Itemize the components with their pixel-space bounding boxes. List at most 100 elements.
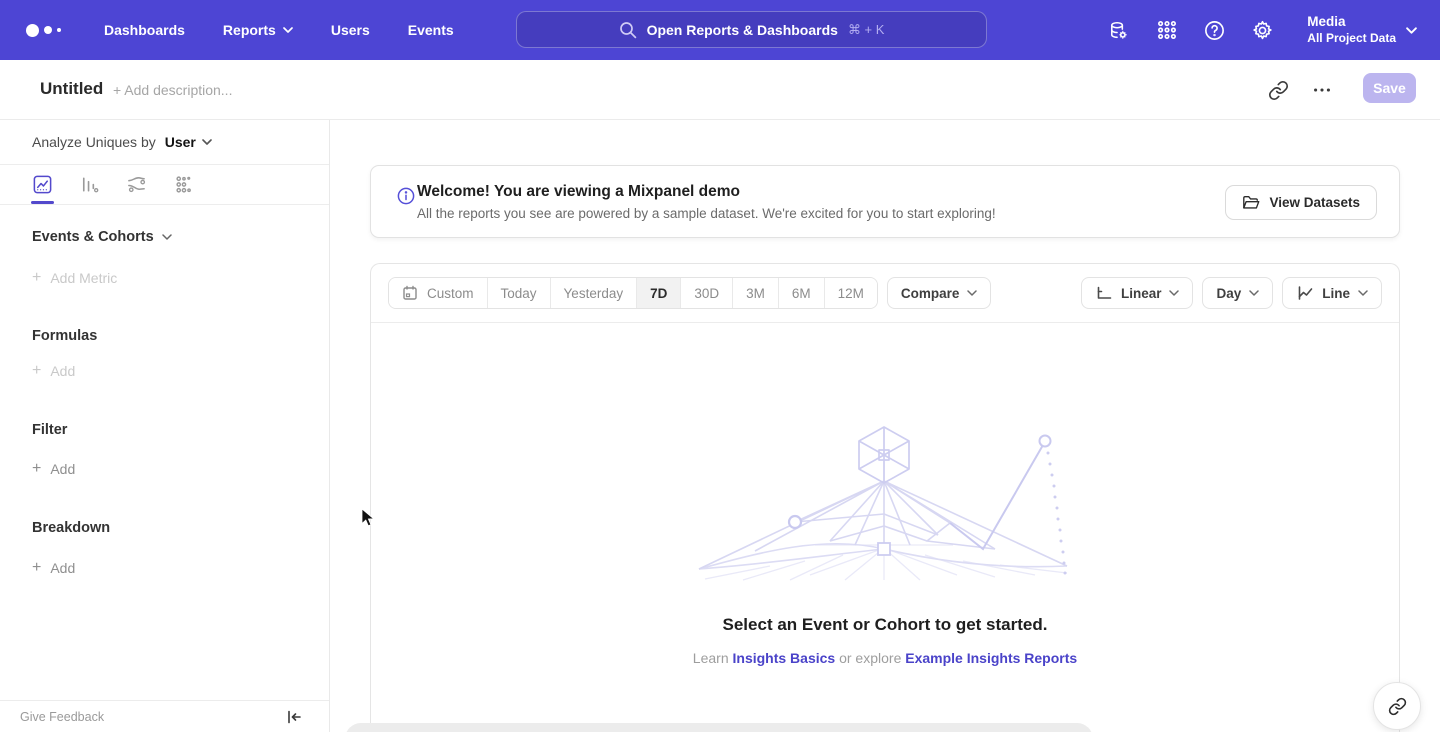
example-reports-link[interactable]: Example Insights Reports: [905, 650, 1077, 666]
date-range-label: Yesterday: [564, 286, 624, 301]
date-range-label: 3M: [746, 286, 765, 301]
chevron-down-icon: [1169, 290, 1179, 296]
interval-label: Day: [1216, 286, 1241, 301]
add-filter-button[interactable]: Add: [32, 460, 297, 478]
nav-items: Dashboards Reports Users Events: [104, 22, 454, 38]
line-chart-icon: [1296, 285, 1314, 301]
tab-scatter-icon[interactable]: [173, 174, 194, 195]
section-title: Formulas: [32, 328, 97, 344]
date-range-yesterday[interactable]: Yesterday: [551, 278, 638, 308]
explore-middle: or explore: [839, 650, 901, 666]
search-shortcut: ⌘ + K: [848, 22, 885, 38]
active-tab-indicator: [31, 201, 54, 205]
chart-options: Linear Day Line: [1081, 277, 1382, 309]
add-description-field[interactable]: + Add description...: [113, 82, 232, 98]
search-placeholder: Open Reports & Dashboards: [647, 22, 838, 38]
floating-link-button[interactable]: [1373, 682, 1421, 730]
save-button[interactable]: Save: [1363, 73, 1416, 103]
analyze-uniques-row: Analyze Uniques by User: [0, 120, 329, 165]
tab-bar-chart-icon[interactable]: [79, 174, 100, 195]
nav-item-reports[interactable]: Reports: [223, 22, 293, 38]
chevron-down-icon: [283, 27, 293, 33]
report-title[interactable]: Untitled: [40, 79, 103, 99]
add-formula-button[interactable]: Add: [32, 362, 297, 380]
nav-item-label: Users: [331, 22, 370, 38]
date-range-today[interactable]: Today: [488, 278, 551, 308]
project-info: Media All Project Data: [1307, 14, 1396, 46]
welcome-banner: Welcome! You are viewing a Mixpanel demo…: [370, 165, 1400, 238]
view-datasets-label: View Datasets: [1269, 195, 1360, 210]
global-search[interactable]: Open Reports & Dashboards ⌘ + K: [516, 11, 987, 48]
nav-right: Media All Project Data: [1107, 0, 1440, 60]
section-filter: Filter: [32, 422, 297, 438]
info-icon: [397, 187, 415, 205]
analyze-value: User: [165, 134, 196, 150]
folder-icon: [1242, 195, 1260, 211]
give-feedback-link[interactable]: Give Feedback: [20, 710, 104, 724]
settings-gear-icon[interactable]: [1251, 19, 1274, 42]
banner-title: Welcome! You are viewing a Mixpanel demo: [417, 183, 740, 201]
nav-item-label: Reports: [223, 22, 276, 38]
date-range-custom[interactable]: Custom: [389, 278, 488, 308]
date-range-6m[interactable]: 6M: [779, 278, 825, 308]
date-range-30d[interactable]: 30D: [681, 278, 733, 308]
main-content: Welcome! You are viewing a Mixpanel demo…: [330, 120, 1440, 732]
add-metric-button[interactable]: Add Metric: [32, 269, 297, 287]
date-range-3m[interactable]: 3M: [733, 278, 779, 308]
nav-item-label: Events: [408, 22, 454, 38]
top-nav: Dashboards Reports Users Events Open Rep…: [0, 0, 1440, 60]
logo-dot-icon: [44, 26, 52, 34]
project-selector[interactable]: Media All Project Data: [1307, 14, 1416, 46]
add-metric-label: Add Metric: [50, 270, 117, 286]
visualization-tabs: [0, 165, 329, 205]
add-formula-label: Add: [50, 363, 75, 379]
chevron-down-icon: [967, 290, 977, 296]
logo-dot-icon: [26, 24, 39, 37]
date-range-7d[interactable]: 7D: [637, 278, 681, 308]
insights-basics-link[interactable]: Insights Basics: [733, 650, 836, 666]
section-events-cohorts[interactable]: Events & Cohorts: [32, 229, 297, 245]
learn-prefix: Learn: [693, 650, 729, 666]
date-range-label: 12M: [838, 286, 864, 301]
bottom-panel-edge: [345, 723, 1093, 732]
date-range-12m[interactable]: 12M: [825, 278, 877, 308]
add-filter-label: Add: [50, 461, 75, 477]
nav-item-dashboards[interactable]: Dashboards: [104, 22, 185, 38]
chevron-down-icon: [1406, 27, 1416, 33]
help-icon[interactable]: [1203, 19, 1226, 42]
apps-grid-icon[interactable]: [1155, 19, 1178, 42]
scale-dropdown[interactable]: Linear: [1081, 277, 1194, 309]
section-title: Breakdown: [32, 520, 110, 536]
empty-state-heading: Select an Event or Cohort to get started…: [371, 615, 1399, 635]
nav-item-label: Dashboards: [104, 22, 185, 38]
tab-line-chart-icon[interactable]: [32, 174, 53, 195]
more-options-icon[interactable]: [1310, 76, 1334, 104]
banner-subtitle: All the reports you see are powered by a…: [417, 206, 996, 221]
copy-link-icon[interactable]: [1268, 76, 1290, 104]
compare-dropdown[interactable]: Compare: [887, 277, 992, 309]
collapse-sidebar-icon[interactable]: [286, 709, 302, 725]
analyze-by-dropdown[interactable]: User: [165, 134, 212, 150]
calendar-icon: [402, 285, 418, 301]
insights-card: Custom Today Yesterday 7D 30D 3M 6M 12M …: [370, 263, 1400, 732]
view-datasets-button[interactable]: View Datasets: [1225, 185, 1377, 220]
chart-type-dropdown[interactable]: Line: [1282, 277, 1382, 309]
nav-item-users[interactable]: Users: [331, 22, 370, 38]
project-name: Media: [1307, 14, 1396, 31]
report-header: Untitled + Add description... Save: [0, 60, 1440, 120]
tab-flows-icon[interactable]: [126, 174, 147, 195]
mixpanel-logo[interactable]: [26, 24, 70, 37]
empty-state-illustration: [695, 423, 1075, 586]
chevron-down-icon: [202, 139, 212, 145]
chevron-down-icon: [1358, 290, 1368, 296]
nav-item-events[interactable]: Events: [408, 22, 454, 38]
plus-icon: [32, 362, 41, 380]
plus-icon: [32, 559, 41, 577]
data-management-icon[interactable]: [1107, 19, 1130, 42]
chevron-down-icon: [1249, 290, 1259, 296]
section-title: Filter: [32, 422, 67, 438]
query-sidebar: Analyze Uniques by User: [0, 120, 330, 732]
section-breakdown: Breakdown: [32, 520, 297, 536]
add-breakdown-button[interactable]: Add: [32, 559, 297, 577]
interval-dropdown[interactable]: Day: [1202, 277, 1273, 309]
